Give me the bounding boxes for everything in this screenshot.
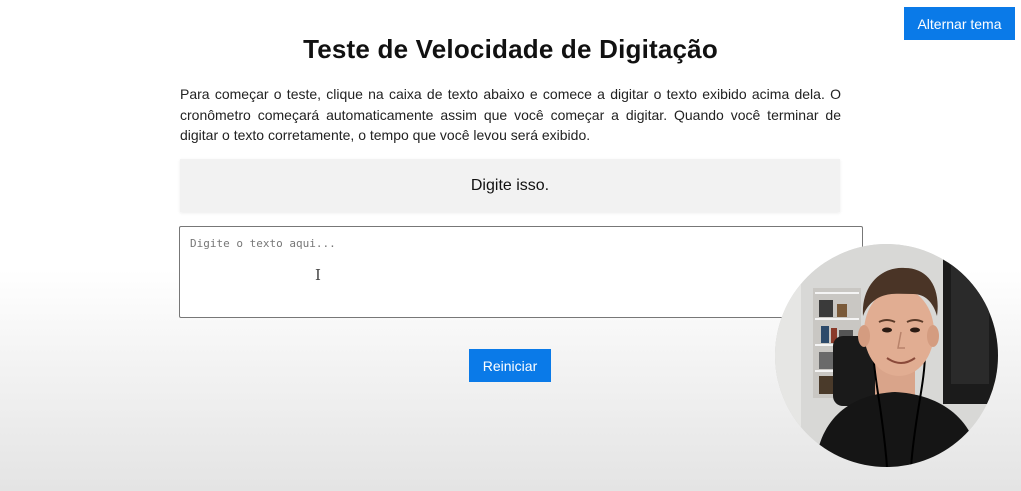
instructions-text: Para começar o teste, clique na caixa de… bbox=[180, 86, 841, 143]
sample-text: Digite isso. bbox=[470, 176, 550, 194]
text-cursor-icon: I bbox=[315, 266, 321, 284]
page-title: Teste de Velocidade de Digitação bbox=[303, 34, 718, 64]
presenter-video-image bbox=[775, 244, 998, 467]
webcam-overlay bbox=[775, 244, 998, 467]
typing-input[interactable] bbox=[179, 226, 863, 318]
sample-text-display: Digite isso. bbox=[180, 159, 840, 212]
restart-button[interactable]: Reiniciar bbox=[469, 349, 551, 382]
